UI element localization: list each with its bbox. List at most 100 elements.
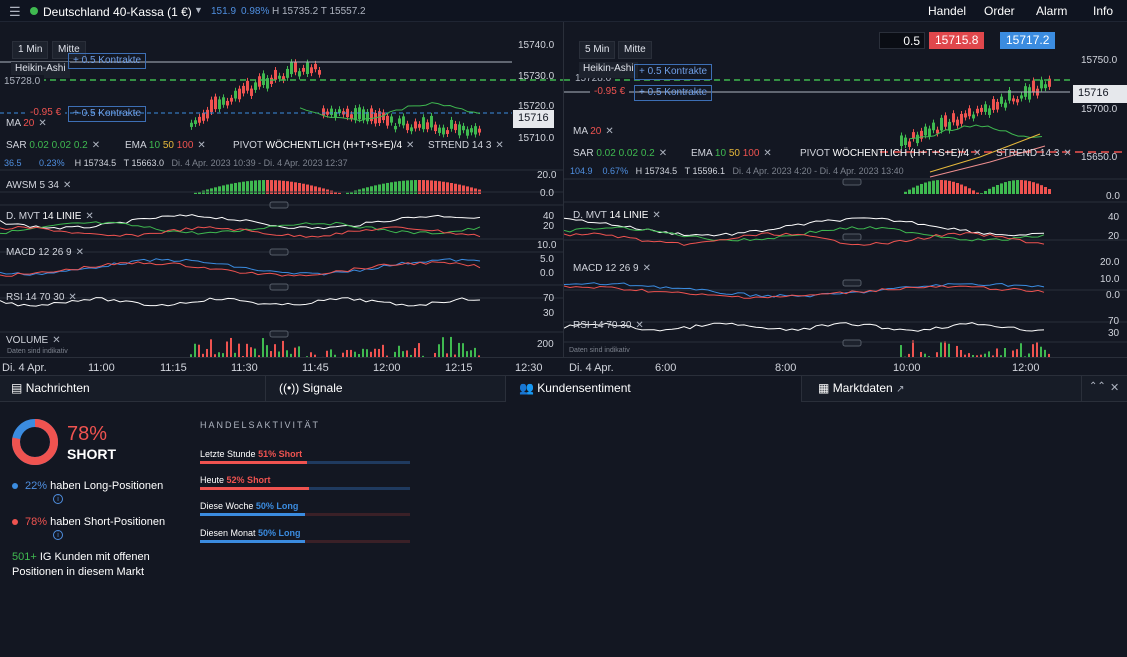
left-ma-indicator[interactable]: MA 20 ✕ — [6, 118, 47, 129]
right-dmvt-indicator[interactable]: D. MVT 14 LINIE ✕ — [573, 210, 661, 221]
dmvt-b: LINIE — [56, 211, 82, 222]
tab-sentiment[interactable]: 👥 Kundensentiment — [506, 376, 801, 402]
pane-resize-handle[interactable] — [842, 339, 862, 347]
left-dmvt-indicator[interactable]: D. MVT 14 LINIE ✕ — [6, 211, 94, 222]
right-mode-button[interactable]: Mitte — [618, 41, 652, 59]
pane-resize-handle[interactable] — [269, 330, 289, 338]
activity-row: Diesen Monat 50% Long — [200, 528, 301, 538]
left-strend-indicator[interactable]: STREND 14 3 ✕ — [428, 140, 504, 151]
candle — [1032, 80, 1035, 93]
left-pivot-indicator[interactable]: PIVOT WÖCHENTLICH (H+T+S+E)/4 ✕ — [233, 140, 414, 151]
dmvt-a: 14 — [609, 210, 621, 221]
right-time-tick: 12:00 — [1012, 362, 1040, 374]
info-icon[interactable]: i — [53, 530, 63, 540]
buy-button[interactable]: 15717.2 — [1000, 32, 1056, 49]
left-price-level: 15730.0 — [518, 71, 555, 82]
close-icon[interactable]: ✕ — [197, 140, 205, 151]
close-icon[interactable]: ✕ — [76, 247, 84, 258]
pane-resize-handle[interactable] — [842, 279, 862, 287]
nav-alarm[interactable]: Alarm — [1036, 4, 1067, 18]
pane-resize-handle[interactable] — [842, 178, 862, 186]
chart-icon: ▦ — [818, 381, 830, 395]
right-ma-indicator[interactable]: MA 20 ✕ — [573, 126, 614, 137]
close-icon[interactable]: ✕ — [495, 140, 503, 151]
menu-icon[interactable]: ☰ — [9, 4, 21, 20]
left-volume-indicator[interactable]: VOLUME ✕ — [6, 335, 61, 346]
candle — [238, 88, 241, 100]
tab-sentiment-label: Kundensentiment — [537, 381, 631, 395]
tab-market-label: Marktdaten — [832, 381, 893, 395]
close-icon[interactable]: ✕ — [68, 292, 76, 303]
pane-resize-handle[interactable] — [269, 201, 289, 209]
close-icon[interactable]: ✕ — [659, 148, 667, 159]
chart-divider[interactable] — [563, 22, 564, 375]
candle — [418, 124, 421, 128]
activity-row: Letzte Stunde 51% Short — [200, 449, 302, 459]
volume-bar — [996, 348, 998, 357]
close-icon[interactable]: ✕ — [406, 140, 414, 151]
tab-market-data[interactable]: ▦ Marktdaten ↗ — [818, 376, 1078, 402]
info-icon[interactable]: i — [53, 494, 63, 504]
left-ema-indicator[interactable]: EMA 10 50 100 ✕ — [125, 140, 206, 151]
awsm-bar — [370, 186, 373, 194]
pane-resize-handle[interactable] — [842, 233, 862, 241]
close-icon[interactable]: ✕ — [52, 335, 60, 346]
right-strend-indicator[interactable]: STREND 14 3 ✕ — [996, 148, 1072, 159]
close-icon[interactable]: ✕ — [63, 180, 71, 191]
close-icon[interactable]: ✕ — [635, 320, 643, 331]
candle — [458, 124, 461, 136]
volume-bar — [438, 344, 440, 357]
left-contracts-tag-2[interactable]: + 0.5 Kontrakte — [68, 106, 147, 122]
candle — [406, 123, 409, 131]
market-title[interactable]: Deutschland 40-Kassa (1 €) — [43, 5, 192, 19]
left-contracts-tag[interactable]: + 0.5 Kontrakte — [68, 53, 147, 69]
sell-button[interactable]: 15715.8 — [929, 32, 985, 49]
candle — [1004, 102, 1007, 108]
quantity-input[interactable]: 0.5 — [879, 32, 925, 49]
left-sar-indicator[interactable]: SAR 0.02 0.02 0.2 ✕ — [6, 140, 100, 151]
close-icon[interactable]: ✕ — [973, 148, 981, 159]
close-icon[interactable]: ✕ — [1063, 148, 1071, 159]
close-panel-icon[interactable]: ✕ — [1110, 376, 1119, 402]
left-macd-indicator[interactable]: MACD 12 26 9 ✕ — [6, 247, 84, 258]
right-macd-indicator[interactable]: MACD 12 26 9 ✕ — [573, 263, 651, 274]
strend-label: STREND — [996, 148, 1038, 159]
right-rsi-indicator[interactable]: RSI 14 70 30 ✕ — [573, 320, 644, 331]
candle — [1016, 99, 1019, 103]
candle — [972, 114, 975, 119]
close-icon[interactable]: ✕ — [652, 210, 660, 221]
right-interval-button[interactable]: 5 Min — [579, 41, 616, 59]
right-chart-type[interactable]: Heikin-Ashi — [579, 62, 638, 78]
tab-news[interactable]: ▤ Nachrichten — [11, 376, 266, 402]
left-rsi-indicator[interactable]: RSI 14 70 30 ✕ — [6, 292, 77, 303]
sentiment-percent: 78% — [67, 423, 108, 445]
close-icon[interactable]: ✕ — [85, 211, 93, 222]
left-awsm-indicator[interactable]: AWSM 5 34 ✕ — [6, 180, 71, 191]
nav-handel[interactable]: Handel — [928, 4, 966, 18]
awsm-bar — [314, 186, 317, 194]
candle — [402, 116, 405, 126]
activity-label: Diesen Monat — [200, 528, 256, 538]
pane-resize-handle[interactable] — [269, 248, 289, 256]
pane-resize-handle[interactable] — [269, 283, 289, 291]
candle — [996, 101, 999, 110]
right-pivot-indicator[interactable]: PIVOT WÖCHENTLICH (H+T+S+E)/4 ✕ — [800, 148, 981, 159]
tab-signals[interactable]: ((•)) Signale — [279, 376, 504, 402]
candle — [242, 85, 245, 94]
close-icon[interactable]: ✕ — [763, 148, 771, 159]
candle — [426, 122, 429, 130]
right-contracts-tag[interactable]: + 0.5 Kontrakte — [634, 64, 713, 80]
close-icon[interactable]: ✕ — [605, 126, 613, 137]
nav-info[interactable]: Info — [1093, 4, 1113, 18]
right-ema-indicator[interactable]: EMA 10 50 100 ✕ — [691, 148, 772, 159]
left-interval-button[interactable]: 1 Min — [12, 41, 49, 59]
collapse-icon[interactable]: ⌃⌃ — [1089, 376, 1106, 402]
close-icon[interactable]: ✕ — [38, 118, 46, 129]
chevron-down-icon[interactable]: ▼ — [194, 5, 203, 15]
candle — [462, 125, 465, 131]
nav-order[interactable]: Order — [984, 4, 1015, 18]
close-icon[interactable]: ✕ — [643, 263, 651, 274]
close-icon[interactable]: ✕ — [92, 140, 100, 151]
right-contracts-tag-2[interactable]: + 0.5 Kontrakte — [634, 85, 713, 101]
right-sar-indicator[interactable]: SAR 0.02 0.02 0.2 ✕ — [573, 148, 667, 159]
